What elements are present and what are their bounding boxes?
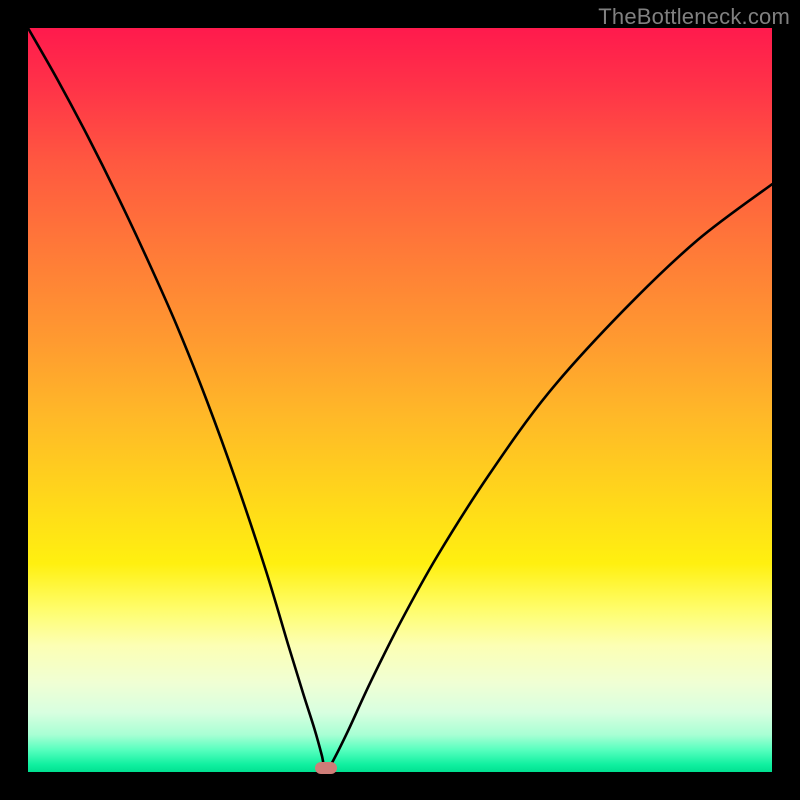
minimum-marker (315, 762, 337, 774)
series-curve-path (28, 28, 772, 772)
watermark-label: TheBottleneck.com (598, 4, 790, 30)
plot-area (28, 28, 772, 772)
chart-stage: TheBottleneck.com (0, 0, 800, 800)
series-curve-svg (28, 28, 772, 772)
